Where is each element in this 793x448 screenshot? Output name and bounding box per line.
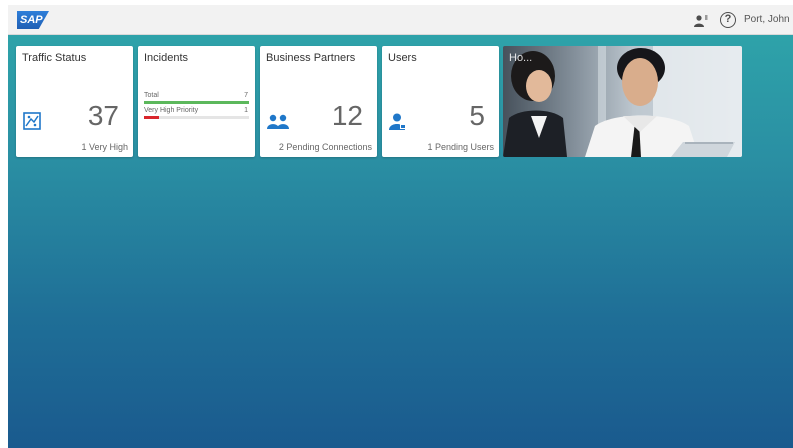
user-icon	[389, 113, 406, 130]
traffic-footer: 1 Very High	[81, 142, 128, 152]
news-tile-title: Ho...	[509, 52, 533, 64]
user-name[interactable]: Port, John	[744, 14, 790, 25]
bar-value: 1	[244, 107, 248, 114]
incidents-tile[interactable]: Incidents Total 7 Very High Priority 1	[138, 46, 255, 157]
users-count: 5	[469, 100, 485, 131]
news-photo	[503, 46, 742, 157]
partners-footer: 2 Pending Connections	[278, 142, 372, 152]
sap-logo[interactable]: SAP	[17, 11, 49, 29]
tile-title: Users	[388, 52, 417, 64]
tile-title: Incidents	[144, 52, 189, 64]
total-bar	[144, 101, 249, 104]
news-tile[interactable]: Ho...	[503, 46, 742, 157]
bar-label: Total	[144, 92, 159, 99]
users-footer: 1 Pending Users	[427, 142, 494, 152]
help-icon[interactable]: ?	[720, 12, 736, 28]
very-high-priority-bar	[144, 116, 159, 119]
launchpad: SAP ? Port, John Traffic Status 37 1 Ver…	[8, 5, 793, 448]
shell-bar: SAP ? Port, John	[8, 5, 793, 35]
total-bar-track	[144, 101, 249, 104]
users-tile[interactable]: Users 5 1 Pending Users	[382, 46, 499, 157]
tile-title: Business Partners	[266, 52, 356, 64]
user-settings-icon[interactable]	[694, 14, 708, 27]
tile-title: Traffic Status	[22, 52, 87, 64]
traffic-status-tile[interactable]: Traffic Status 37 1 Very High	[16, 46, 133, 157]
traffic-count: 37	[87, 100, 119, 131]
bar-label: Very High Priority	[144, 107, 199, 114]
bar-value: 7	[244, 92, 248, 99]
group-icon	[267, 114, 289, 129]
traffic-map-icon	[23, 112, 41, 130]
priority-bar-track	[144, 116, 249, 119]
business-partners-tile[interactable]: Business Partners 12 2 Pending Connectio…	[260, 46, 377, 157]
partners-count: 12	[331, 100, 363, 131]
